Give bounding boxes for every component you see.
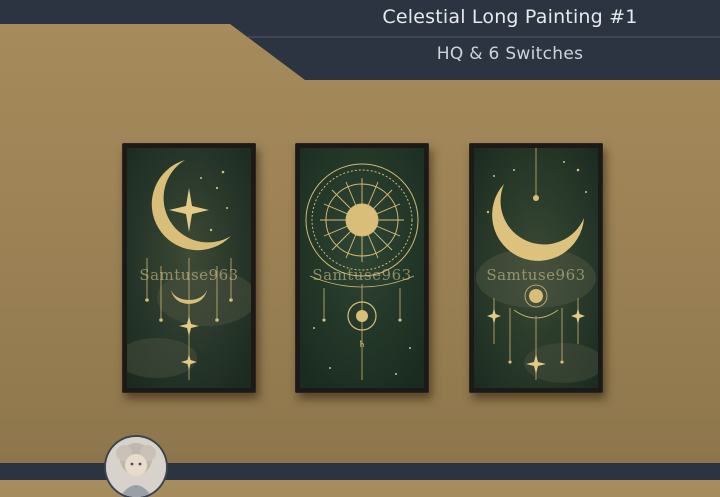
crescent-moon-artwork (127, 148, 251, 388)
painting-frame-3[interactable]: Samtuse963 (469, 143, 603, 393)
large-crescent-artwork (474, 148, 598, 388)
page-title: Celestial Long Painting #1 (382, 6, 638, 28)
painting-canvas-2: ♄ Samtuse963 (300, 148, 424, 388)
svg-text:♄: ♄ (358, 340, 366, 350)
painting-canvas-1: Samtuse963 (127, 148, 251, 388)
preview-image: Celestial Long Painting #1 HQ & 6 Switch… (0, 0, 720, 497)
sun-mandala-artwork: ♄ (300, 148, 424, 388)
creator-avatar[interactable] (106, 437, 166, 497)
painting-canvas-3: Samtuse963 (474, 148, 598, 388)
doll-portrait-icon (106, 437, 166, 497)
header-banner: Celestial Long Painting #1 HQ & 6 Switch… (0, 0, 720, 80)
page-subtitle: HQ & 6 Switches (436, 44, 584, 64)
painting-frame-2[interactable]: ♄ Samtuse963 (295, 143, 429, 393)
painting-frame-1[interactable]: Samtuse963 (122, 143, 256, 393)
